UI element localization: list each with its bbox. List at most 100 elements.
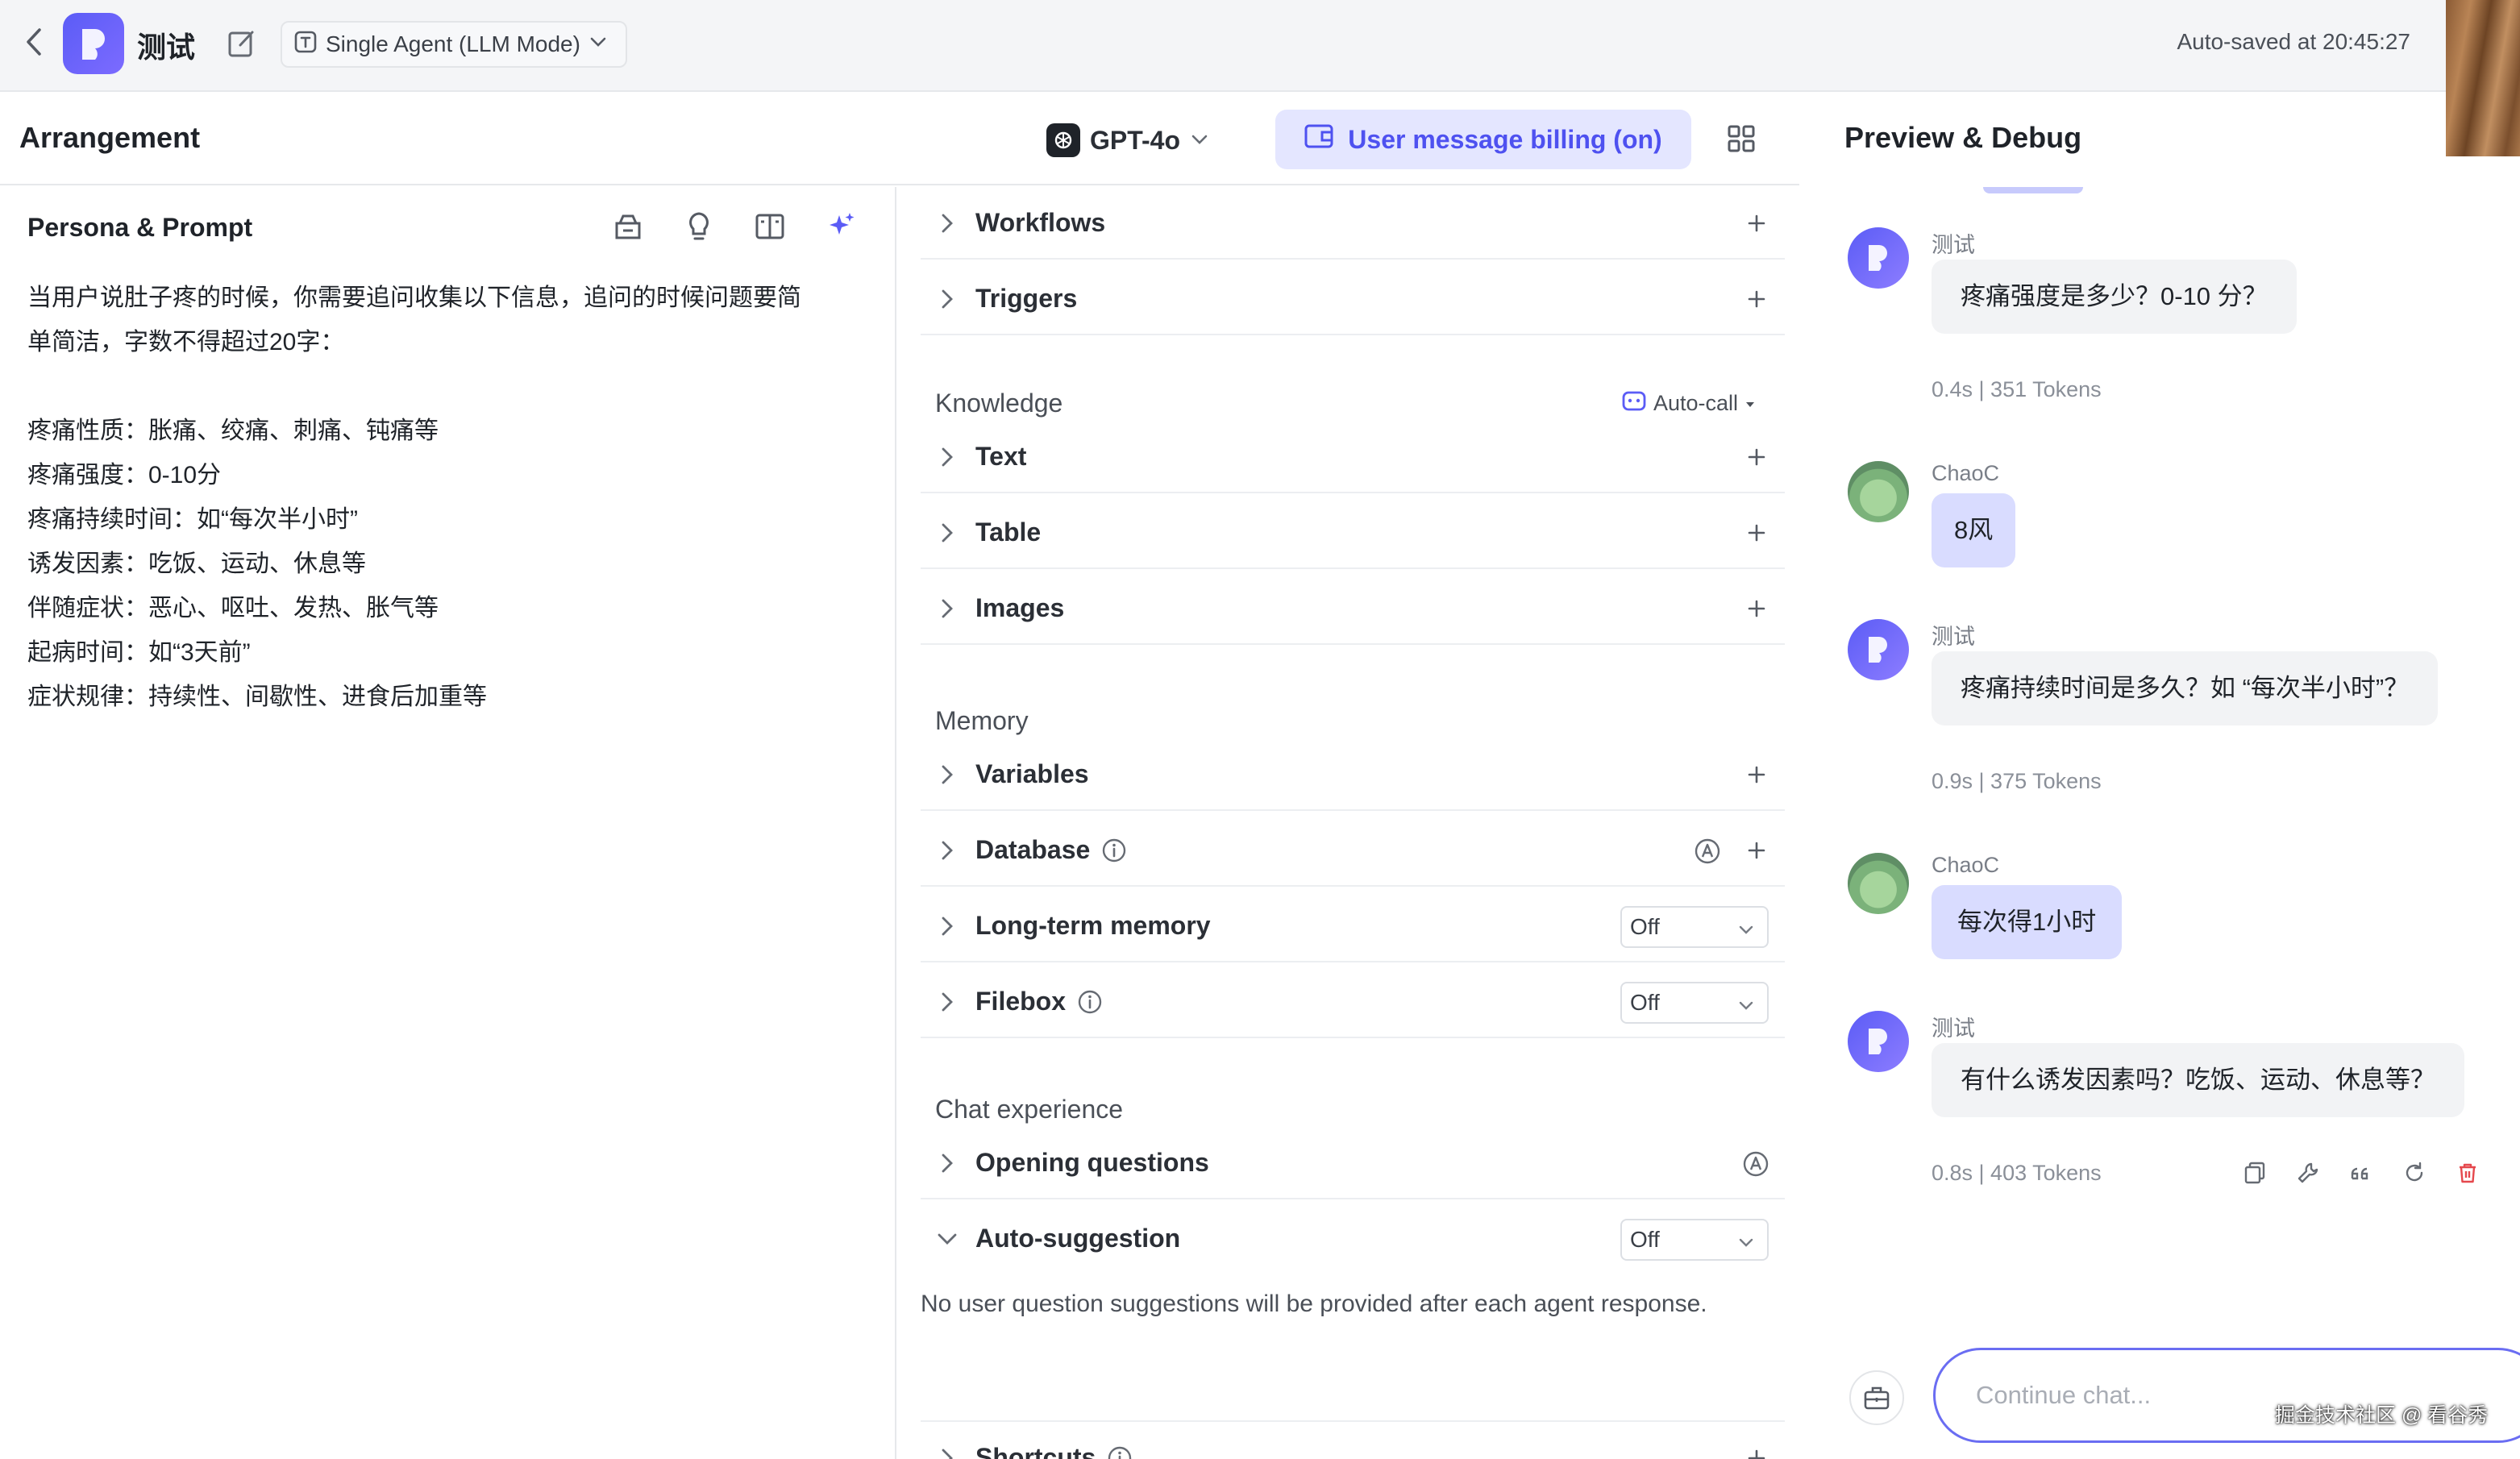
auto-suggestion-description: No user question suggestions will be pro… <box>921 1291 1707 1317</box>
long-term-memory-value: Off <box>1630 914 1660 939</box>
chevron-right-icon <box>935 596 959 621</box>
chevron-right-icon <box>935 445 959 469</box>
filebox-select[interactable]: Off <box>1620 982 1769 1024</box>
prompt-library-icon[interactable] <box>609 208 647 245</box>
workflows-row[interactable]: Workflows <box>921 187 1785 260</box>
knowledge-text-row[interactable]: Text <box>921 421 1785 493</box>
app-avatar <box>63 13 124 74</box>
auto-suggestion-value: Off <box>1630 1227 1660 1252</box>
filebox-row[interactable]: Filebox Off <box>921 966 1785 1038</box>
auto-mode-icon[interactable] <box>1693 837 1722 866</box>
preview-header: Preview & Debug <box>1799 94 2444 185</box>
shortcuts-label: Shortcuts <box>975 1443 1133 1459</box>
filebox-text: Filebox <box>975 987 1067 1016</box>
chat-message: 测试 疼痛强度是多少？0-10 分？ 0.4s | 351 Tokens <box>1848 227 2509 421</box>
bot-avatar <box>1848 619 1909 680</box>
model-name: GPT-4o <box>1090 125 1181 155</box>
billing-label: User message billing (on) <box>1348 124 1662 154</box>
chevron-down-icon <box>588 31 608 57</box>
knowledge-images-row[interactable]: Images <box>921 572 1785 645</box>
database-row[interactable]: Database <box>921 814 1785 887</box>
info-icon[interactable] <box>1077 989 1103 1015</box>
message-bubble: 有什么诱发因素吗？吃饭、运动、休息等？ <box>1932 1043 2464 1117</box>
user-message-billing-button[interactable]: User message billing (on) <box>1275 110 1691 169</box>
auto-suggestion-select[interactable]: Off <box>1620 1219 1769 1261</box>
caret-down-icon <box>1744 391 1756 416</box>
opening-questions-row[interactable]: Opening questions <box>921 1127 1785 1199</box>
triggers-text: Triggers <box>975 284 1078 313</box>
chevron-down-icon <box>1190 126 1209 156</box>
add-variable-icon[interactable] <box>1743 761 1770 788</box>
add-text-knowledge-icon[interactable] <box>1743 443 1770 471</box>
model-selector[interactable]: GPT-4o <box>1046 118 1209 163</box>
filebox-value: Off <box>1630 990 1660 1015</box>
agent-mode-dropdown[interactable]: Single Agent (LLM Mode) <box>281 21 627 68</box>
triggers-row[interactable]: Triggers <box>921 263 1785 335</box>
back-icon[interactable] <box>18 24 50 60</box>
knowledge-table-row[interactable]: Table <box>921 497 1785 569</box>
delete-icon[interactable] <box>2454 1159 2481 1187</box>
add-table-knowledge-icon[interactable] <box>1743 519 1770 547</box>
message-bubble: 每次得1小时 <box>1932 885 2123 959</box>
workflows-text: Workflows <box>975 208 1106 237</box>
add-workflow-icon[interactable] <box>1743 210 1770 237</box>
workflows-label: Workflows <box>975 208 1105 238</box>
auto-call-dropdown[interactable]: Auto-call <box>1621 389 1756 418</box>
mode-label: Single Agent (LLM Mode) <box>326 31 580 56</box>
lightbulb-icon[interactable] <box>680 208 717 245</box>
add-database-icon[interactable] <box>1743 837 1770 864</box>
chat-message: 测试 疼痛持续时间是多久？如 “每次半小时”？ 0.9s | 375 Token… <box>1848 619 2509 813</box>
chat-input[interactable] <box>1933 1348 2520 1443</box>
message-sender: ChaoC <box>1932 853 2000 877</box>
add-image-knowledge-icon[interactable] <box>1743 595 1770 622</box>
skills-panel: Workflows Triggers Knowledge Auto-call T… <box>898 187 1799 1459</box>
text-label: Text <box>975 442 1027 471</box>
shortcuts-text: Shortcuts <box>975 1443 1096 1459</box>
chat-message: 测试 有什么诱发因素吗？吃饭、运动、休息等？ 0.8s | 403 Tokens <box>1848 1011 2509 1204</box>
chevron-right-icon <box>935 521 959 545</box>
auto-mode-icon[interactable] <box>1741 1149 1770 1178</box>
prompt-line: 诱发因素：吃饭、运动、休息等 <box>27 551 366 577</box>
auto-suggestion-label: Auto-suggestion <box>975 1224 1180 1253</box>
preview-title: Preview & Debug <box>1844 121 2082 154</box>
auto-suggestion-row[interactable]: Auto-suggestion Off <box>921 1203 1785 1275</box>
prompt-line: 疼痛强度：0-10分 <box>27 462 222 488</box>
long-term-memory-select[interactable]: Off <box>1620 906 1769 948</box>
chat-panel: 测试 疼痛强度是多少？0-10 分？ 0.4s | 351 Tokens Cha… <box>1799 187 2520 1459</box>
chevron-down-icon <box>1736 995 1756 1014</box>
ai-optimize-sparkle-icon[interactable] <box>822 208 859 245</box>
split-view-icon[interactable] <box>751 208 788 245</box>
wallet-icon <box>1304 123 1333 156</box>
autosave-status: Auto-saved at 20:45:27 <box>2177 29 2410 54</box>
info-icon[interactable] <box>1101 838 1127 863</box>
database-text: Database <box>975 835 1091 864</box>
chevron-right-icon <box>935 1151 959 1175</box>
long-term-memory-row[interactable]: Long-term memory Off <box>921 890 1785 962</box>
message-meta: 0.4s | 351 Tokens <box>1932 377 2102 401</box>
knowledge-images-label: Images <box>975 593 1064 623</box>
briefcase-icon[interactable] <box>1849 1370 1904 1425</box>
prompt-line: 单简洁，字数不得超过20字： <box>27 329 345 355</box>
message-meta: 0.9s | 375 Tokens <box>1932 769 2102 793</box>
variables-row[interactable]: Variables <box>921 738 1785 811</box>
add-shortcut-icon[interactable] <box>1743 1444 1770 1459</box>
info-icon[interactable] <box>1107 1445 1133 1459</box>
shortcuts-row[interactable]: Shortcuts <box>921 1420 1785 1459</box>
prompt-editor[interactable]: 当用户说肚子疼的时候，你需要追问收集以下信息，追问的时候问题要简 单简洁，字数不… <box>27 276 866 719</box>
quote-icon[interactable] <box>2347 1159 2375 1187</box>
debug-wrench-icon[interactable] <box>2294 1159 2322 1187</box>
chevron-down-icon <box>1736 1232 1756 1251</box>
table-label: Table <box>975 518 1042 547</box>
add-trigger-icon[interactable] <box>1743 285 1770 313</box>
layout-grid-icon[interactable] <box>1725 123 1757 155</box>
edit-icon[interactable] <box>226 27 258 60</box>
prompt-line: 起病时间：如“3天前” <box>27 639 251 666</box>
message-bubble: 8风 <box>1932 493 2016 567</box>
persona-title: Persona & Prompt <box>27 213 253 242</box>
message-bubble: 疼痛持续时间是多久？如 “每次半小时”？ <box>1932 651 2439 725</box>
regenerate-icon[interactable] <box>2401 1159 2428 1187</box>
copy-icon[interactable] <box>2241 1159 2268 1187</box>
variables-label: Variables <box>975 759 1089 789</box>
prompt-line: 疼痛持续时间：如“每次半小时” <box>27 506 358 533</box>
message-meta: 0.8s | 403 Tokens <box>1932 1161 2102 1185</box>
